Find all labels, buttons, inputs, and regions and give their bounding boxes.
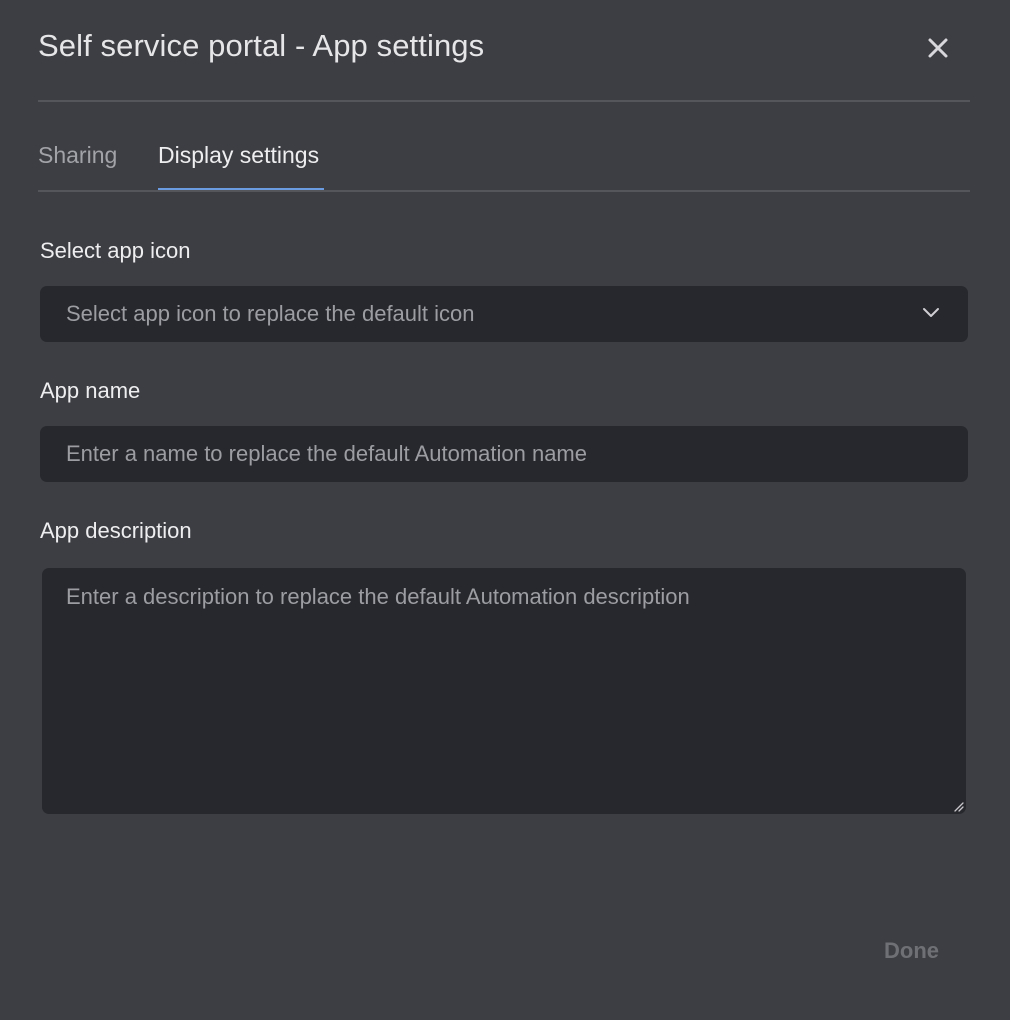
tab-sharing[interactable]: Sharing [38,142,117,169]
app-description-placeholder: Enter a description to replace the defau… [66,584,690,609]
close-button[interactable] [920,30,956,66]
dialog-title: Self service portal - App settings [38,28,485,63]
app-description-textarea[interactable]: Enter a description to replace the defau… [42,568,966,814]
close-icon [928,38,948,58]
chevron-down-icon [923,308,939,317]
tabs-divider [38,190,970,192]
resize-handle-icon[interactable] [952,800,964,812]
app-icon-label: Select app icon [40,238,191,263]
done-button[interactable]: Done [884,938,939,964]
app-description-label: App description [40,518,192,543]
app-name-label: App name [40,378,141,403]
app-name-placeholder: Enter a name to replace the default Auto… [66,441,587,466]
app-settings-dialog: Self service portal - App settings Shari… [0,0,1010,1020]
app-icon-select[interactable]: Select app icon to replace the default i… [40,286,968,342]
app-name-input[interactable]: Enter a name to replace the default Auto… [40,426,968,482]
tab-display-settings[interactable]: Display settings [158,142,319,169]
tab-bar: Sharing Display settings [38,130,970,192]
header-divider [38,100,970,102]
app-icon-select-placeholder: Select app icon to replace the default i… [66,301,475,326]
